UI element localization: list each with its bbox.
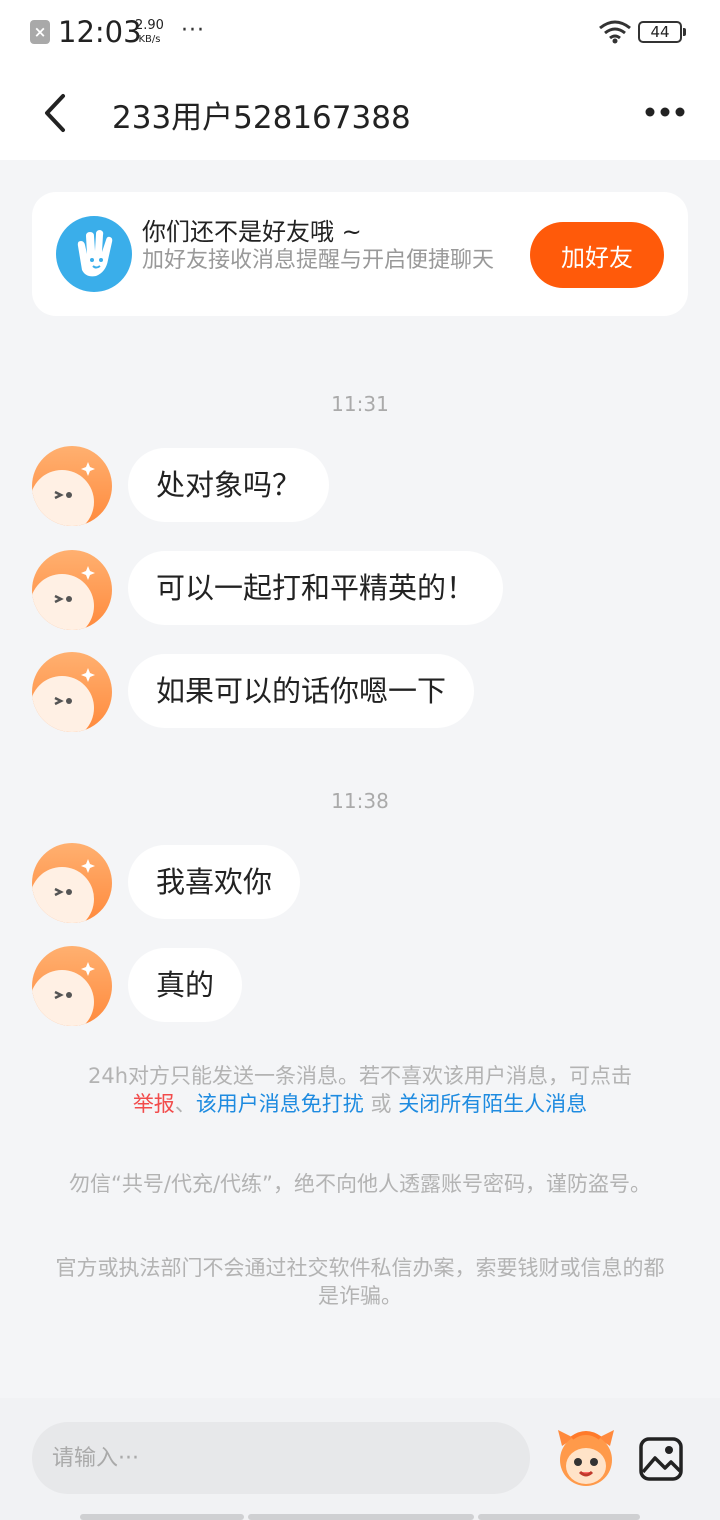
hand-icon [56, 216, 132, 292]
battery-icon: 44 [638, 21, 686, 43]
avatar[interactable] [32, 946, 112, 1026]
message-input[interactable] [32, 1422, 530, 1494]
image-icon[interactable] [638, 1436, 684, 1482]
chat-title: 233用户528167388 [112, 100, 411, 136]
mute-user-link[interactable]: 该用户消息免打扰 [196, 1092, 364, 1116]
add-friend-button[interactable]: 加好友 [530, 222, 664, 288]
wifi-icon [599, 20, 631, 44]
or-text: 或 [370, 1092, 392, 1116]
chat-header: 233用户528167388 [0, 66, 720, 160]
input-bar [0, 1398, 720, 1520]
avatar[interactable] [32, 550, 112, 630]
network-speed: 2.90 KB/s [135, 19, 164, 47]
status-more-dots: ··· [181, 18, 205, 43]
card-subtitle: 加好友接收消息提醒与开启便捷聊天 [142, 248, 495, 273]
nav-hint-left [80, 1514, 244, 1520]
avatar[interactable] [32, 843, 112, 923]
account-safety-warning: 勿信“共号/代充/代练”，绝不向他人透露账号密码，谨防盗号。 [69, 1172, 651, 1196]
add-friend-card: 你们还不是好友哦 ~ 加好友接收消息提醒与开启便捷聊天 加好友 [32, 192, 688, 316]
stranger-limit-notice: 24h对方只能发送一条消息。若不喜欢该用户消息，可点击 举报、该用户消息免打扰 … [40, 1062, 680, 1118]
notification-x-icon: × [30, 20, 50, 44]
more-icon[interactable] [640, 94, 690, 130]
message-bubble[interactable]: 如果可以的话你嗯一下 [128, 654, 475, 728]
status-time: 12:03 [58, 15, 142, 49]
avatar[interactable] [32, 652, 112, 732]
avatar[interactable] [32, 446, 112, 526]
network-speed-unit: KB/s [138, 34, 161, 45]
nav-hint-center [248, 1514, 474, 1520]
timestamp: 11:38 [331, 789, 389, 813]
message-bubble[interactable]: 真的 [128, 948, 243, 1022]
fraud-warning: 官方或执法部门不会通过社交软件私信办案，索要钱财或信息的都是诈骗。 [55, 1256, 665, 1308]
report-link[interactable]: 举报 [133, 1092, 175, 1116]
timestamp: 11:31 [331, 392, 389, 416]
emoji-icon[interactable] [554, 1424, 618, 1490]
message-bubble[interactable]: 我喜欢你 [128, 845, 301, 919]
card-title: 你们还不是好友哦 ~ [142, 218, 362, 246]
limit-text: 24h对方只能发送一条消息。若不喜欢该用户消息，可点击 [87, 1064, 633, 1088]
status-bar: × 12:03 2.90 KB/s ··· 44 [0, 0, 720, 66]
message-bubble[interactable]: 可以一起打和平精英的！ [128, 551, 504, 625]
network-speed-value: 2.90 [135, 18, 164, 33]
separator: 、 [174, 1092, 196, 1116]
close-stranger-messages-link[interactable]: 关闭所有陌生人消息 [398, 1092, 587, 1116]
back-arrow-icon[interactable] [36, 90, 76, 136]
message-bubble[interactable]: 处对象吗？ [128, 448, 330, 522]
nav-hint-right [478, 1514, 640, 1520]
